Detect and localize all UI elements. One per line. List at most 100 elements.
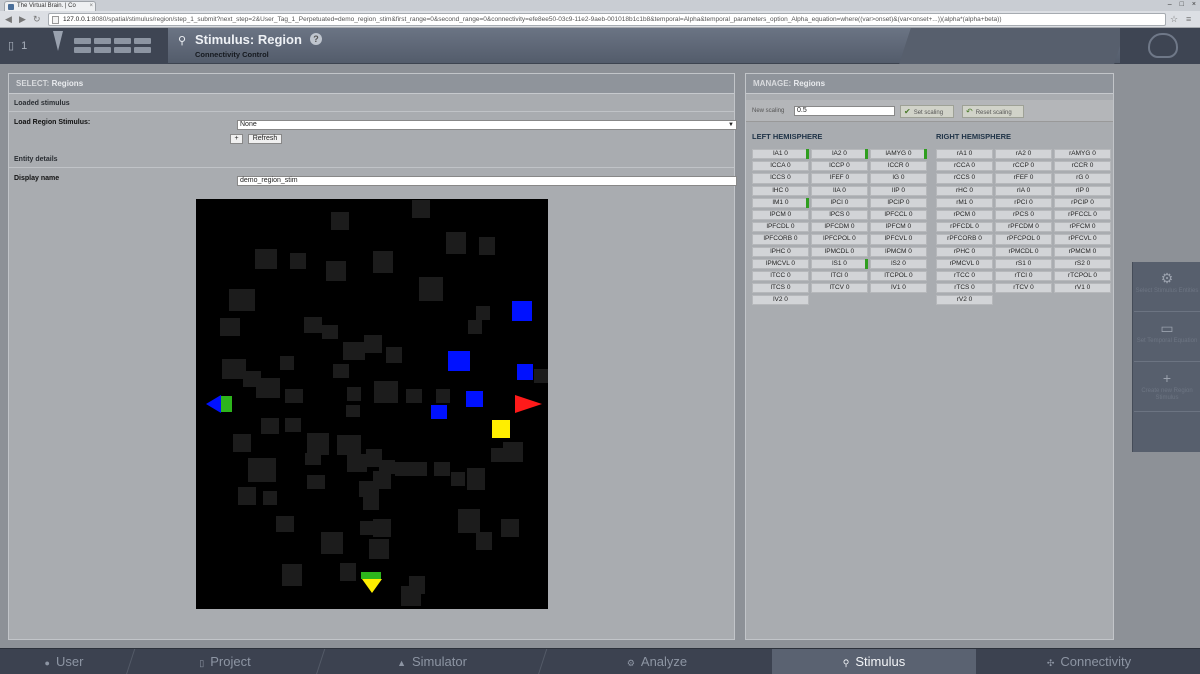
region-toggle-rpfcdm[interactable]: rPFCDM 0 — [995, 222, 1052, 233]
display-name-input[interactable]: demo_region_stim — [237, 176, 737, 186]
region-toggle-lccs[interactable]: lCCS 0 — [752, 173, 809, 184]
reset-scaling-button[interactable]: ↶ Reset scaling — [962, 105, 1024, 118]
region-toggle-lpmcvl[interactable]: lPMCVL 0 — [752, 258, 809, 269]
region-toggle-lpmcdl[interactable]: lPMCDL 0 — [811, 246, 868, 257]
region-toggle-rtci[interactable]: rTCI 0 — [995, 270, 1052, 282]
region-toggle-lpfcorb[interactable]: lPFCORB 0 — [752, 234, 809, 245]
region-toggle-rpfcorb[interactable]: rPFCORB 0 — [936, 234, 993, 245]
region-toggle-rccp[interactable]: rCCP 0 — [995, 161, 1052, 172]
region-toggle-rm1[interactable]: rM1 0 — [936, 197, 993, 208]
region-toggle-rpmcm[interactable]: rPMCM 0 — [1054, 246, 1111, 257]
region-toggle-rv1[interactable]: rV1 0 — [1054, 283, 1111, 294]
browser-tab[interactable]: The Virtual Brain. | Co × — [4, 1, 96, 11]
region-toggle-rs1[interactable]: rS1 0 — [995, 258, 1052, 269]
nav-simulator[interactable]: ▲ Simulator — [322, 649, 542, 674]
region-toggle-ltcv[interactable]: lTCV 0 — [811, 283, 868, 294]
region-toggle-rtcpol[interactable]: rTCPOL 0 — [1054, 270, 1111, 282]
region-toggle-ria[interactable]: rIA 0 — [995, 185, 1052, 196]
region-toggle-ltci[interactable]: lTCI 0 — [811, 270, 868, 282]
star-icon[interactable]: ☆ — [1170, 14, 1178, 24]
region-toggle-ls1[interactable]: lS1 0 — [811, 258, 868, 269]
region-toggle-rcca[interactable]: rCCA 0 — [936, 161, 993, 172]
maximize-icon[interactable]: □ — [1180, 1, 1184, 8]
url-bar[interactable]: 127.0.0.1:8080/spatial/stimulus/region/s… — [48, 13, 1166, 26]
region-toggle-rpmcdl[interactable]: rPMCDL 0 — [995, 246, 1052, 257]
region-toggle-rpfcpol[interactable]: rPFCPOL 0 — [995, 234, 1052, 245]
region-toggle-lpfcm[interactable]: lPFCM 0 — [870, 222, 927, 233]
nav-user[interactable]: ● User — [0, 649, 128, 674]
region-toggle-lg[interactable]: lG 0 — [870, 173, 927, 184]
region-toggle-lv1[interactable]: lV1 0 — [870, 283, 927, 294]
region-toggle-lpcm[interactable]: lPCM 0 — [752, 209, 809, 221]
close-icon[interactable]: × — [89, 2, 93, 11]
region-toggle-ltcpol[interactable]: lTCPOL 0 — [870, 270, 927, 282]
region-toggle-lip[interactable]: lIP 0 — [870, 185, 927, 196]
region-toggle-rphc[interactable]: rPHC 0 — [936, 246, 993, 257]
region-toggle-rccs[interactable]: rCCS 0 — [936, 173, 993, 184]
forward-icon[interactable]: ▶ — [19, 14, 26, 24]
region-toggle-lpcs[interactable]: lPCS 0 — [811, 209, 868, 221]
region-toggle-lpmcm[interactable]: lPMCM 0 — [870, 246, 927, 257]
region-toggle-rhc[interactable]: rHC 0 — [936, 185, 993, 196]
region-toggle-rpfccl[interactable]: rPFCCL 0 — [1054, 209, 1111, 221]
region-toggle-lfef[interactable]: lFEF 0 — [811, 173, 868, 184]
region-toggle-lpci[interactable]: lPCI 0 — [811, 197, 868, 208]
region-toggle-ltcs[interactable]: lTCS 0 — [752, 283, 809, 294]
region-toggle-rpmcvl[interactable]: rPMCVL 0 — [936, 258, 993, 269]
region-toggle-lccp[interactable]: lCCP 0 — [811, 161, 868, 172]
region-toggle-lphc[interactable]: lPHC 0 — [752, 246, 809, 257]
region-toggle-lcca[interactable]: lCCA 0 — [752, 161, 809, 172]
region-toggle-lpfcdm[interactable]: lPFCDM 0 — [811, 222, 868, 233]
menu-icon[interactable]: ≡ — [1186, 14, 1191, 24]
region-toggle-rg[interactable]: rG 0 — [1054, 173, 1111, 184]
user-indicator[interactable]: ▯ 1 — [8, 39, 29, 52]
nav-analyze[interactable]: ⚙ Analyze — [544, 649, 770, 674]
region-toggle-rv2[interactable]: rV2 0 — [936, 295, 993, 306]
add-button[interactable]: + — [230, 134, 243, 144]
refresh-button[interactable]: Refresh — [248, 134, 282, 144]
close-window-icon[interactable]: × — [1192, 1, 1196, 8]
brain-3d-canvas[interactable] — [196, 199, 548, 609]
region-toggle-rtcv[interactable]: rTCV 0 — [995, 283, 1052, 294]
region-toggle-la2[interactable]: lA2 0 — [811, 149, 868, 160]
nav-project[interactable]: ▯ Project — [130, 649, 320, 674]
region-toggle-lpfcdl[interactable]: lPFCDL 0 — [752, 222, 809, 233]
load-region-select[interactable]: None ▼ — [237, 120, 737, 130]
region-toggle-rip[interactable]: rIP 0 — [1054, 185, 1111, 196]
region-toggle-rtcc[interactable]: rTCC 0 — [936, 270, 993, 282]
region-toggle-ltcc[interactable]: lTCC 0 — [752, 270, 809, 282]
nav-connectivity[interactable]: ✣ Connectivity — [978, 649, 1200, 674]
back-icon[interactable]: ◀ — [5, 14, 12, 24]
region-toggle-rpcip[interactable]: rPCIP 0 — [1054, 197, 1111, 208]
region-toggle-la1[interactable]: lA1 0 — [752, 149, 809, 160]
scaling-input[interactable]: 0.5 — [794, 106, 895, 116]
region-toggle-lpfcvl[interactable]: lPFCVL 0 — [870, 234, 927, 245]
project-grid-icon[interactable] — [74, 38, 151, 53]
region-toggle-lm1[interactable]: lM1 0 — [752, 197, 809, 208]
region-toggle-lpfccl[interactable]: lPFCCL 0 — [870, 209, 927, 221]
region-toggle-rfef[interactable]: rFEF 0 — [995, 173, 1052, 184]
dropdown-arrow-icon[interactable] — [53, 31, 63, 51]
region-toggle-rpfcm[interactable]: rPFCM 0 — [1054, 222, 1111, 233]
region-toggle-ra2[interactable]: rA2 0 — [995, 149, 1052, 160]
region-toggle-ramyg[interactable]: rAMYG 0 — [1054, 149, 1111, 160]
reload-icon[interactable]: ↻ — [33, 14, 41, 24]
region-toggle-rpcm[interactable]: rPCM 0 — [936, 209, 993, 221]
region-toggle-rccr[interactable]: rCCR 0 — [1054, 161, 1111, 172]
temporal-equation-action[interactable]: ▭ Set Temporal Equation — [1134, 314, 1200, 362]
create-stimulus-action[interactable]: + Create new Region Stimulus — [1134, 364, 1200, 412]
region-toggle-rs2[interactable]: rS2 0 — [1054, 258, 1111, 269]
region-toggle-rtcs[interactable]: rTCS 0 — [936, 283, 993, 294]
region-toggle-lhc[interactable]: lHC 0 — [752, 185, 809, 196]
region-toggle-rpci[interactable]: rPCI 0 — [995, 197, 1052, 208]
region-toggle-lpcip[interactable]: lPCIP 0 — [870, 197, 927, 208]
region-toggle-ls2[interactable]: lS2 0 — [870, 258, 927, 269]
help-icon[interactable]: ? — [310, 33, 322, 45]
region-toggle-lia[interactable]: lIA 0 — [811, 185, 868, 196]
region-toggle-rpfcdl[interactable]: rPFCDL 0 — [936, 222, 993, 233]
region-toggle-lv2[interactable]: lV2 0 — [752, 295, 809, 306]
region-toggle-lamyg[interactable]: lAMYG 0 — [870, 149, 927, 160]
select-entities-action[interactable]: ⚙ Select Stimulus Entities — [1134, 264, 1200, 312]
region-toggle-rpcs[interactable]: rPCS 0 — [995, 209, 1052, 221]
region-toggle-lpfcpol[interactable]: lPFCPOL 0 — [811, 234, 868, 245]
